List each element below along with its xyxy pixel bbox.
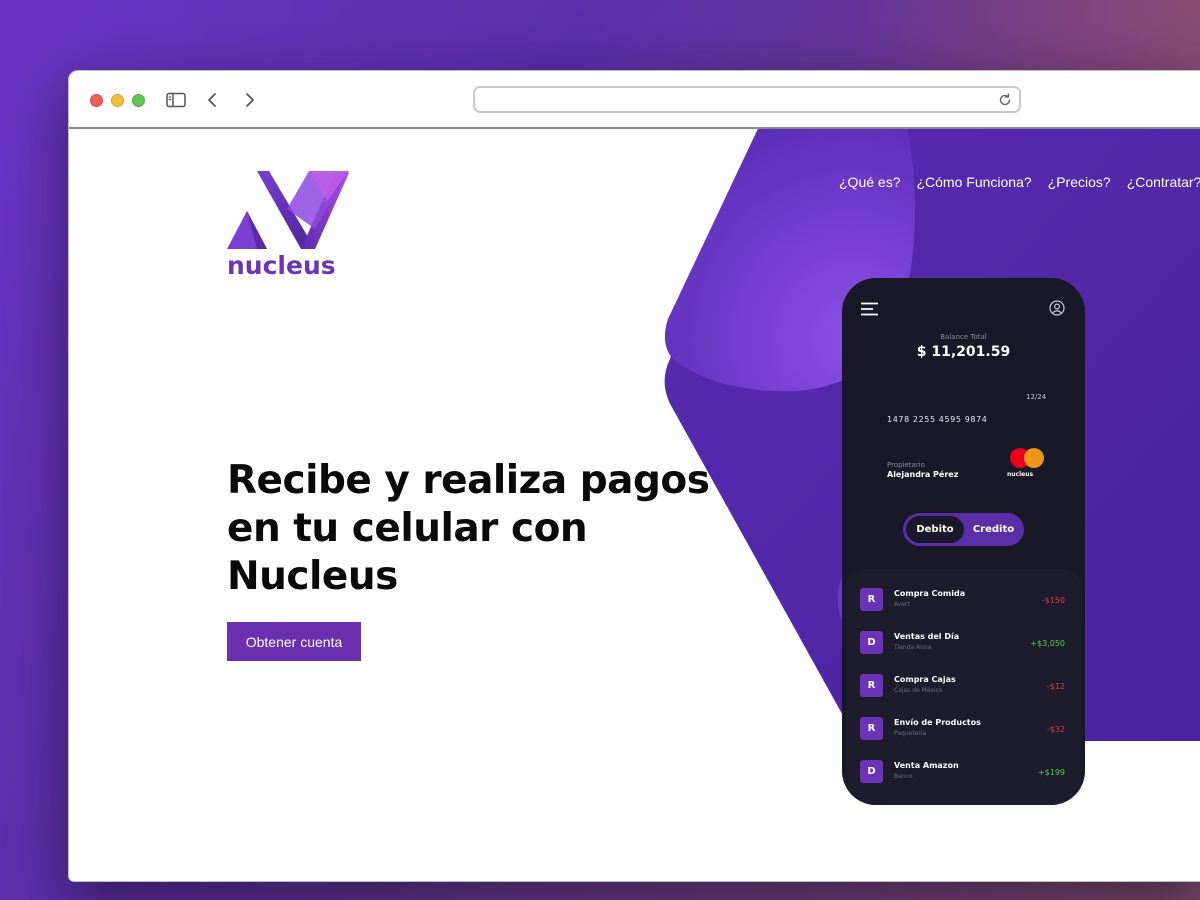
transaction-subtitle: Avert bbox=[894, 601, 910, 608]
transaction-title: Venta Amazon bbox=[894, 761, 959, 770]
transaction-title: Compra Comida bbox=[894, 589, 966, 598]
forward-icon[interactable] bbox=[239, 89, 261, 111]
headline-line-2: en tu celular con bbox=[227, 506, 588, 551]
nav-link-precios[interactable]: ¿Precios? bbox=[1048, 174, 1111, 190]
headline-line-3: Nucleus bbox=[227, 554, 398, 599]
transactions-list: R Compra Comida Avert -$150 D Ventas del Día T… bbox=[846, 569, 1081, 805]
debit-tab[interactable]: Debito bbox=[906, 516, 964, 543]
nav-link-contratar[interactable]: ¿Contratar? bbox=[1127, 174, 1200, 190]
balance-amount: $ 11,201.59 bbox=[916, 344, 1011, 360]
reload-icon[interactable] bbox=[997, 92, 1013, 108]
transaction-title: Compra Cajas bbox=[894, 675, 956, 684]
get-account-button[interactable]: Obtener cuenta bbox=[227, 622, 361, 661]
hero-headline: Recibe y realiza pagos en tu celular con… bbox=[227, 457, 727, 601]
transaction-row[interactable]: R Compra Comida Avert -$150 bbox=[846, 580, 1081, 620]
main-navigation: ¿Qué es? ¿Cómo Funciona? ¿Precios? ¿Cont… bbox=[839, 174, 1200, 190]
transaction-subtitle: Banco bbox=[894, 773, 913, 780]
sidebar-toggle-icon[interactable] bbox=[165, 89, 187, 111]
web-page: nucleus ¿Qué es? ¿Cómo Funciona? ¿Precio… bbox=[69, 129, 1200, 881]
close-window-button[interactable] bbox=[90, 94, 103, 107]
user-profile-icon bbox=[1049, 300, 1065, 316]
maximize-window-button[interactable] bbox=[132, 94, 145, 107]
transaction-amount: +$199 bbox=[1037, 768, 1065, 777]
transaction-type-badge: D bbox=[860, 760, 883, 783]
transaction-title: Ventas del Día bbox=[894, 632, 960, 641]
hamburger-menu-icon bbox=[861, 302, 878, 316]
transaction-type-badge: R bbox=[860, 717, 883, 740]
browser-window: nucleus ¿Qué es? ¿Cómo Funciona? ¿Precio… bbox=[68, 70, 1200, 882]
card-brand-word: nucleus bbox=[1007, 471, 1034, 478]
transaction-amount: -$150 bbox=[1041, 596, 1065, 605]
transaction-amount: +$3,050 bbox=[1030, 639, 1065, 648]
nav-link-que-es[interactable]: ¿Qué es? bbox=[839, 174, 900, 190]
transaction-row[interactable]: D Venta Amazon Banco +$199 bbox=[846, 752, 1081, 792]
card-type-toggle: Debito Credito bbox=[903, 513, 1024, 546]
phone-mockup: Balance Total $ 11,201.59 12/24 1478 225… bbox=[842, 278, 1085, 805]
card-expiry: 12/24 bbox=[1026, 393, 1047, 401]
card-owner-label: Propietario bbox=[887, 461, 925, 469]
transaction-subtitle: Paquetería bbox=[894, 730, 927, 737]
mastercard-logo-icon bbox=[1010, 448, 1044, 468]
credit-tab[interactable]: Credito bbox=[965, 516, 1022, 543]
card-number: 1478 2255 4595 9874 bbox=[887, 415, 988, 424]
transaction-type-badge: R bbox=[860, 588, 883, 611]
transaction-subtitle: Tienda Anna bbox=[894, 644, 932, 651]
brand-wordmark: nucleus bbox=[227, 251, 336, 280]
transaction-subtitle: Cajas de México bbox=[894, 687, 943, 694]
transaction-title: Envío de Productos bbox=[894, 718, 981, 727]
transaction-row[interactable]: D Ventas del Día Tienda Anna +$3,050 bbox=[846, 623, 1081, 663]
browser-toolbar bbox=[69, 71, 1200, 129]
transaction-type-badge: D bbox=[860, 631, 883, 654]
card-owner-name: Alejandra Pérez bbox=[887, 470, 959, 479]
headline-line-1: Recibe y realiza pagos bbox=[227, 458, 710, 503]
minimize-window-button[interactable] bbox=[111, 94, 124, 107]
transaction-row[interactable]: R Envío de Productos Paquetería -$32 bbox=[846, 709, 1081, 749]
address-bar[interactable] bbox=[473, 86, 1021, 113]
nav-link-como-funciona[interactable]: ¿Cómo Funciona? bbox=[916, 174, 1031, 190]
transaction-amount: -$12 bbox=[1046, 682, 1065, 691]
back-icon[interactable] bbox=[201, 89, 223, 111]
transaction-row[interactable]: R Compra Cajas Cajas de México -$12 bbox=[846, 666, 1081, 706]
transaction-type-badge: R bbox=[860, 674, 883, 697]
balance-label: Balance Total bbox=[940, 333, 987, 341]
transaction-amount: -$32 bbox=[1046, 725, 1065, 734]
